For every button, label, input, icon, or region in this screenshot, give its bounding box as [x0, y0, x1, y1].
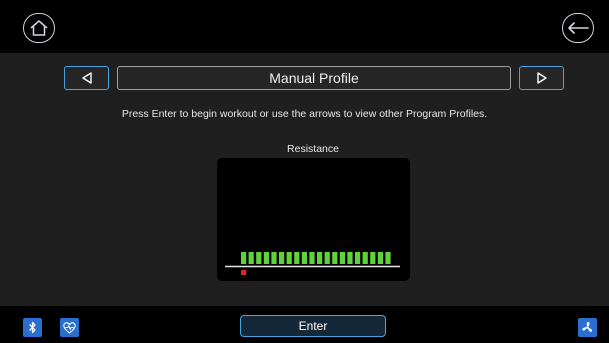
triangle-left-icon [81, 72, 92, 84]
home-icon [30, 20, 48, 36]
resistance-bar [271, 252, 277, 264]
bluetooth-button[interactable] [23, 318, 42, 337]
resistance-bar [294, 252, 300, 264]
triangle-right-icon [536, 72, 547, 84]
resistance-bar [377, 252, 383, 264]
resistance-bar [241, 252, 247, 264]
fan-icon [582, 322, 593, 332]
current-segment-marker [241, 270, 247, 275]
resistance-bar [256, 252, 262, 264]
resistance-bar [263, 252, 269, 264]
home-button[interactable] [23, 13, 55, 43]
resistance-bar [286, 252, 292, 264]
resistance-bar [339, 252, 345, 264]
enter-button[interactable]: Enter [240, 315, 386, 337]
resistance-bar [279, 252, 285, 264]
resistance-bar [332, 252, 338, 264]
resistance-bar [301, 252, 307, 264]
back-button[interactable] [562, 13, 594, 43]
fan-button[interactable] [578, 318, 597, 337]
resistance-bar [248, 252, 254, 264]
chart-title: Resistance [287, 143, 339, 155]
resistance-bar [347, 252, 353, 264]
resistance-bar [317, 252, 323, 264]
bluetooth-icon [29, 321, 36, 334]
profile-title-label: Manual Profile [269, 70, 359, 86]
profile-title: Manual Profile [117, 66, 511, 90]
previous-profile-button[interactable] [64, 66, 109, 90]
resistance-chart [217, 158, 410, 281]
resistance-bar [370, 252, 376, 264]
resistance-bar [355, 252, 361, 264]
resistance-chart-svg [225, 252, 400, 275]
arrow-left-icon [568, 22, 589, 34]
resistance-bar [324, 252, 330, 264]
resistance-bar [385, 252, 391, 264]
heart-rate-button[interactable] [60, 318, 79, 337]
next-profile-button[interactable] [519, 66, 564, 90]
heart-rate-icon [63, 321, 76, 334]
resistance-bar [309, 252, 315, 264]
resistance-bar [362, 252, 368, 264]
enter-button-label: Enter [298, 319, 328, 333]
top-bar [0, 0, 609, 53]
instruction-text: Press Enter to begin workout or use the … [121, 108, 488, 120]
